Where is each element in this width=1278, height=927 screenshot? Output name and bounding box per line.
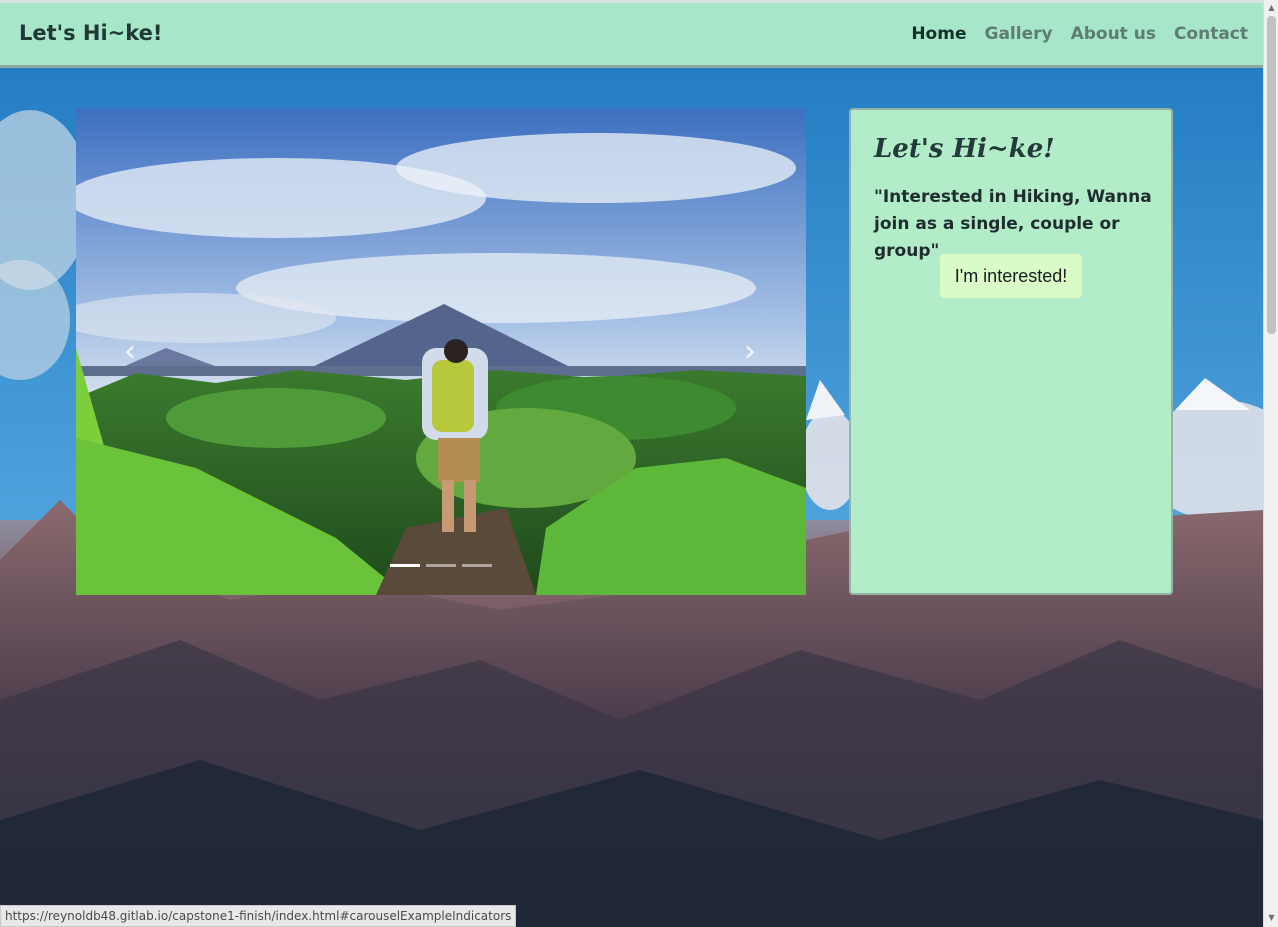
interested-button[interactable]: I'm interested! <box>940 254 1082 298</box>
card-text: "Interested in Hiking, Wanna join as a s… <box>874 187 1152 261</box>
nav-link-about-us[interactable]: About us <box>1071 24 1156 44</box>
scroll-down-icon[interactable]: ▼ <box>1267 913 1276 922</box>
status-bar-url: https://reynoldb48.gitlab.io/capstone1-f… <box>0 905 517 927</box>
image-carousel <box>76 108 806 595</box>
carousel-slide-image <box>76 108 806 595</box>
top-navbar: Let's Hi~ke! Home Gallery About us Conta… <box>0 0 1263 68</box>
nav-link-gallery[interactable]: Gallery <box>984 24 1052 44</box>
scroll-thumb[interactable] <box>1267 16 1276 334</box>
info-card: Let's Hi~ke! "Interested in Hiking, Wann… <box>849 108 1173 595</box>
brand-logo[interactable]: Let's Hi~ke! <box>19 21 163 45</box>
nav-link-home[interactable]: Home <box>911 24 966 44</box>
card-title: Let's Hi~ke! <box>874 134 1055 164</box>
scroll-up-icon[interactable]: ▲ <box>1267 3 1276 12</box>
nav-link-contact[interactable]: Contact <box>1174 24 1248 44</box>
nav-links: Home Gallery About us Contact <box>911 24 1248 44</box>
carousel-indicator[interactable] <box>462 564 492 567</box>
carousel-indicators <box>390 564 492 567</box>
carousel-prev-icon[interactable]: ‹ <box>115 335 145 369</box>
vertical-scrollbar[interactable]: ▲ ▼ <box>1263 0 1278 927</box>
carousel-indicator[interactable] <box>426 564 456 567</box>
carousel-indicator[interactable] <box>390 564 420 567</box>
carousel-next-icon[interactable]: › <box>735 335 765 369</box>
